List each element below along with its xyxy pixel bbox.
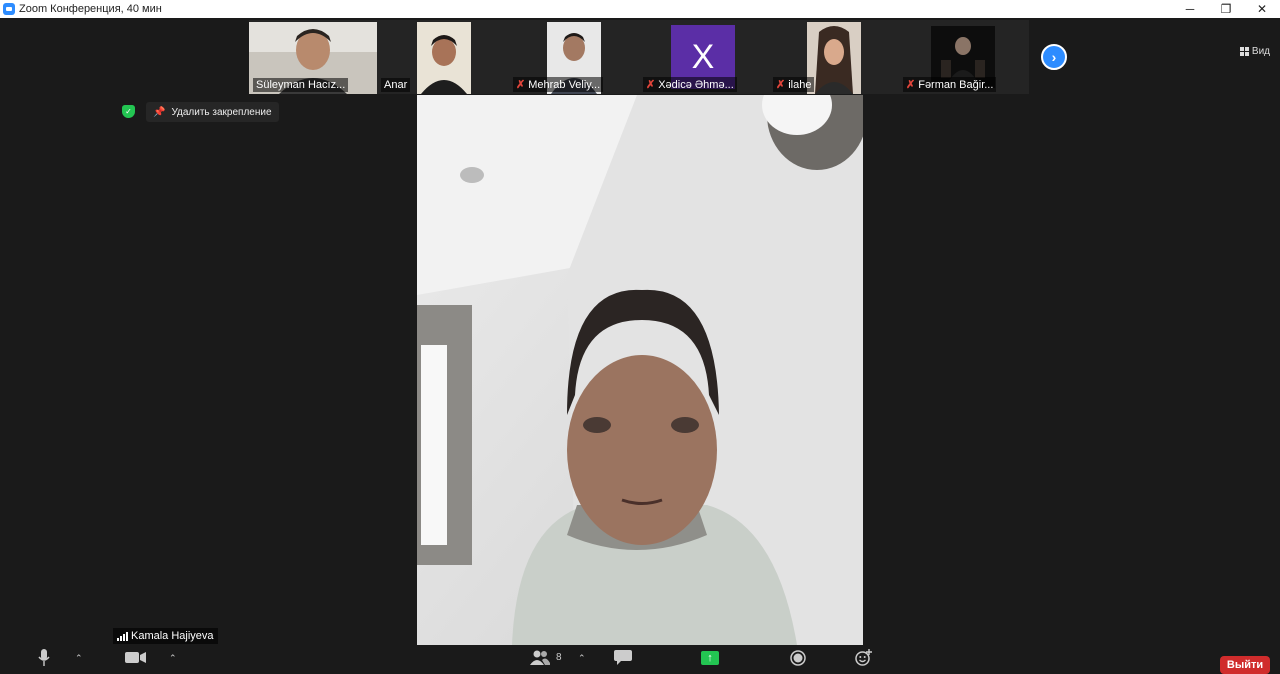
participant-tile[interactable]: Süleyman Hacız... <box>249 20 379 94</box>
participant-name-anar: Anar <box>381 78 411 92</box>
participants-button[interactable]: 8 <box>530 650 562 665</box>
window-title: Zoom Конференция, 40 мин <box>19 3 162 15</box>
participant-name: ✗ Fərman Bağir... <box>903 77 997 92</box>
participant-tile[interactable]: X ✗ Xədicə Əhmə... <box>639 20 769 94</box>
participant-tile[interactable]: ✗ ilahe <box>769 20 899 94</box>
pin-icon: 📌 <box>153 106 166 118</box>
participants-count: 8 <box>556 652 562 663</box>
speaker-name-label: Kamala Hajiyeva <box>113 628 218 644</box>
video-button[interactable] <box>125 652 146 663</box>
share-screen-icon: ↑ <box>701 651 719 665</box>
mic-muted-icon: ✗ <box>906 79 916 91</box>
title-bar: Zoom Конференция, 40 мин ─ ❐ ✕ <box>0 0 1280 18</box>
leave-meeting-button[interactable]: Выйти <box>1220 656 1270 674</box>
video-options-caret[interactable]: ⌃ <box>169 653 177 664</box>
share-screen-button[interactable]: ↑ <box>701 651 719 665</box>
participant-name: Süleyman Hacız... <box>253 78 349 92</box>
mic-muted-icon: ✗ <box>516 79 526 91</box>
participant-name: ✗ ilahe <box>773 77 815 92</box>
next-page-button[interactable]: › <box>1041 44 1067 70</box>
speaker-video-frame <box>417 95 863 645</box>
participant-tile[interactable]: ✗ Fərman Bağir... <box>899 20 1029 94</box>
view-button-label: Вид <box>1251 46 1270 57</box>
grid-icon <box>1239 47 1249 56</box>
meeting-toolbar: ⌃ ⌃ 8 ⌃ ↑ Выйти <box>0 645 1280 674</box>
chat-button[interactable] <box>614 650 632 665</box>
pinned-speaker-video <box>417 95 863 645</box>
participants-options-caret[interactable]: ⌃ <box>578 653 586 664</box>
reactions-button[interactable] <box>855 649 873 666</box>
camera-icon <box>125 652 146 663</box>
close-button[interactable]: ✕ <box>1244 0 1280 18</box>
participant-video <box>417 22 471 94</box>
participant-tile[interactable]: ✗ Mehrab Veliy... <box>509 20 639 94</box>
record-button[interactable] <box>790 650 806 666</box>
unpin-label: Удалить закрепление <box>171 106 272 118</box>
minimize-button[interactable]: ─ <box>1172 0 1208 18</box>
emoji-icon <box>855 649 872 666</box>
mic-muted-icon: ✗ <box>776 79 786 91</box>
speaker-name: Kamala Hajiyeva <box>131 630 214 642</box>
chevron-right-icon: › <box>1051 49 1057 65</box>
participant-video <box>807 22 861 94</box>
shield-check-icon: ✓ <box>122 105 135 118</box>
participant-name: ✗ Xədicə Əhmə... <box>643 77 737 92</box>
mic-muted-icon: ✗ <box>646 79 656 91</box>
participant-name: ✗ Mehrab Veliy... <box>513 77 604 92</box>
view-button[interactable]: Вид <box>1239 46 1270 57</box>
mute-button[interactable] <box>38 649 50 666</box>
microphone-icon <box>38 649 50 666</box>
participants-icon <box>530 650 550 665</box>
chat-icon <box>614 650 632 665</box>
audio-options-caret[interactable]: ⌃ <box>75 653 83 664</box>
restore-button[interactable]: ❐ <box>1208 0 1244 18</box>
signal-strength-icon <box>117 631 128 641</box>
zoom-app-icon <box>3 3 15 15</box>
record-icon <box>790 650 806 666</box>
participant-thumbnails: Süleyman Hacız... ✗ Mehrab Veliy... X ✗ Xə… <box>249 20 1029 94</box>
window-controls: ─ ❐ ✕ <box>1172 0 1280 18</box>
unpin-video-button[interactable]: 📌 Удалить закрепление <box>146 102 279 122</box>
